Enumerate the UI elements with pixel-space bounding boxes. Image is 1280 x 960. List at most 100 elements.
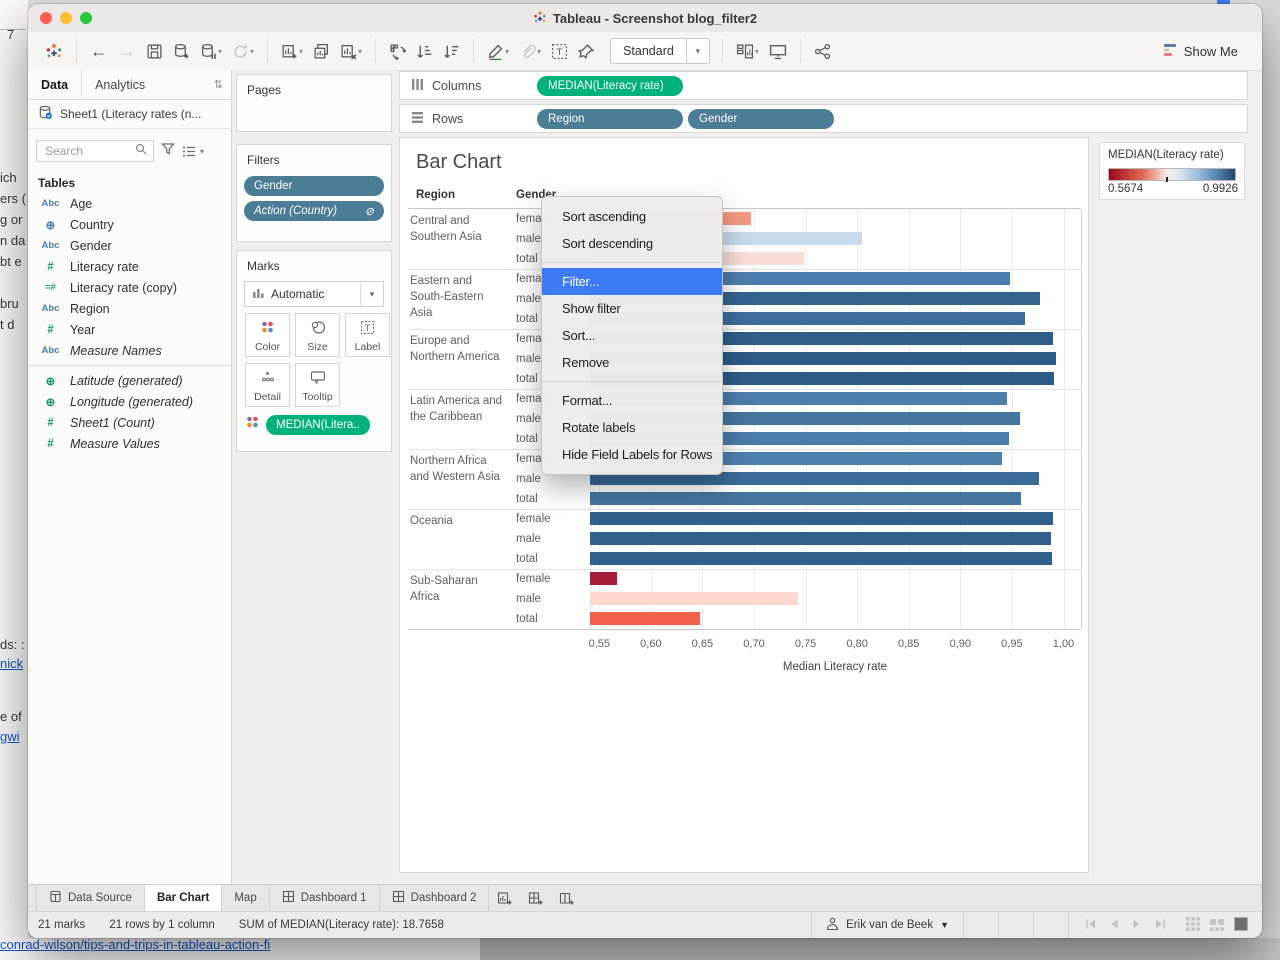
x-axis-title[interactable]: Median Literacy rate <box>755 661 915 673</box>
new-worksheet-tab-button[interactable] <box>489 885 520 911</box>
bar-sub-saharan-africa-female[interactable] <box>590 572 617 585</box>
rows-pill-region[interactable]: Region <box>537 109 683 129</box>
menu-item-format[interactable]: Format... <box>542 387 722 414</box>
gender-label[interactable]: total <box>516 373 538 385</box>
bar-oceania-total[interactable] <box>590 552 1052 565</box>
field-region[interactable]: AbcRegion <box>28 298 231 319</box>
gender-label[interactable]: male <box>516 473 541 485</box>
fix-axes-button[interactable] <box>573 37 600 65</box>
clear-sheet-button[interactable]: ▾ <box>335 37 367 65</box>
size-button[interactable]: Size <box>295 313 340 357</box>
background-link-fragment[interactable]: nick <box>0 656 23 671</box>
sheet-tab-bar-chart[interactable]: Bar Chart <box>145 885 222 911</box>
minimize-window-button[interactable] <box>60 12 72 24</box>
first-icon[interactable] <box>1085 918 1097 933</box>
single-view-icon[interactable] <box>1234 917 1248 934</box>
highlight-button[interactable]: ▾ <box>482 37 514 65</box>
columns-pill-median-literacy-rate[interactable]: MEDIAN(Literacy rate) <box>537 76 683 96</box>
search-box[interactable] <box>36 140 154 162</box>
show-hide-cards-button[interactable]: ▾ <box>731 37 764 65</box>
filmstrip-view-icon[interactable] <box>1210 917 1224 934</box>
sheet-tab-dashboard-1[interactable]: Dashboard 1 <box>270 885 380 911</box>
region-label-oceania[interactable]: Oceania <box>410 513 508 529</box>
run-update-button[interactable]: ▾ <box>227 37 259 65</box>
save-button[interactable] <box>141 37 168 65</box>
maximize-window-button[interactable] <box>80 12 92 24</box>
field-literacy-rate-copy[interactable]: =#Literacy rate (copy) <box>28 277 231 298</box>
label-button[interactable]: T Label <box>345 313 390 357</box>
tab-data[interactable]: Data <box>28 70 81 99</box>
sheet-tab-map[interactable]: Map <box>222 885 269 911</box>
menu-item-sort-descending[interactable]: Sort descending <box>542 230 722 257</box>
menu-item-sort[interactable]: Sort... <box>542 322 722 349</box>
swap-rows-columns-button[interactable] <box>384 37 411 65</box>
close-window-button[interactable] <box>40 12 52 24</box>
field-sheet1-count[interactable]: #Sheet1 (Count) <box>28 412 231 433</box>
field-age[interactable]: AbcAge <box>28 193 231 214</box>
gender-label[interactable]: total <box>516 433 538 445</box>
field-gender[interactable]: AbcGender <box>28 235 231 256</box>
fit-selector[interactable]: Standard ▾ <box>610 38 710 64</box>
menu-item-remove[interactable]: Remove <box>542 349 722 376</box>
gender-label[interactable]: total <box>516 493 538 505</box>
bar-oceania-female[interactable] <box>590 512 1053 525</box>
new-worksheet-button[interactable]: ▾ <box>276 37 308 65</box>
tab-analytics[interactable]: Analytics <box>81 70 158 99</box>
gender-label[interactable]: male <box>516 413 541 425</box>
region-label-eastern-and-south-eastern-asia[interactable]: Eastern and South-Eastern Asia <box>410 273 508 321</box>
gender-label[interactable]: total <box>516 613 538 625</box>
gender-label[interactable]: male <box>516 293 541 305</box>
sheet-tab-data-source[interactable]: Data Source <box>36 885 145 911</box>
encoding-pill-median-literacy[interactable]: MEDIAN(Litera.. <box>266 415 370 435</box>
background-link-fragment[interactable]: gwi <box>0 729 20 744</box>
region-label-latin-america-and-the-caribbean[interactable]: Latin America and the Caribbean <box>410 393 508 425</box>
field-country[interactable]: ⊕Country <box>28 214 231 235</box>
region-label-europe-and-northern-america[interactable]: Europe and Northern America <box>410 333 508 365</box>
field-latitude-generated[interactable]: ⊕Latitude (generated) <box>28 370 231 391</box>
columns-shelf[interactable]: Columns MEDIAN(Literacy rate) <box>399 71 1248 100</box>
color-legend-card[interactable]: MEDIAN(Literacy rate) 0.5674 0.9926 <box>1099 142 1245 200</box>
field-literacy-rate[interactable]: #Literacy rate <box>28 256 231 277</box>
add-data-source-button[interactable] <box>168 37 195 65</box>
gender-label[interactable]: total <box>516 253 538 265</box>
row-field-header-region[interactable]: Region <box>416 189 455 201</box>
pane-swap-icon[interactable]: ⇅ <box>214 78 231 91</box>
last-icon[interactable] <box>1154 918 1166 933</box>
pause-auto-updates-button[interactable]: ▾ <box>195 37 227 65</box>
tooltip-button[interactable]: Tooltip <box>295 363 340 407</box>
view-options-icon[interactable]: ▾ <box>182 145 204 158</box>
field-measure-names[interactable]: AbcMeasure Names <box>28 340 231 361</box>
legend-gradient[interactable] <box>1108 168 1236 181</box>
redo-button[interactable]: → <box>113 37 141 65</box>
menu-item-filter[interactable]: Filter... <box>542 268 722 295</box>
field-measure-values[interactable]: #Measure Values <box>28 433 231 454</box>
previous-icon[interactable] <box>1108 918 1120 933</box>
background-link-fragment[interactable]: conrad-wilson/tips-and-trips-in-tableau-… <box>0 937 270 952</box>
gender-label[interactable]: female <box>516 573 551 585</box>
detail-button[interactable]: Detail <box>245 363 290 407</box>
group-members-button[interactable]: ▾ <box>514 37 546 65</box>
rows-pill-gender[interactable]: Gender <box>688 109 834 129</box>
grid-view-icon[interactable] <box>1186 917 1200 934</box>
filter-pill-gender[interactable]: Gender <box>244 176 384 196</box>
menu-item-hide-field-labels-for-rows[interactable]: Hide Field Labels for Rows <box>542 441 722 468</box>
region-label-northern-africa-and-western-asia[interactable]: Northern Africa and Western Asia <box>410 453 508 485</box>
user-menu[interactable]: Erik van de Beek ▼ <box>811 912 963 938</box>
duplicate-sheet-button[interactable] <box>308 37 335 65</box>
gender-label[interactable]: total <box>516 313 538 325</box>
rows-shelf[interactable]: Rows RegionGender <box>399 104 1248 133</box>
presentation-mode-button[interactable] <box>764 37 792 65</box>
region-label-sub-saharan-africa[interactable]: Sub-Saharan Africa <box>410 573 508 605</box>
gender-label[interactable]: total <box>516 553 538 565</box>
menu-item-rotate-labels[interactable]: Rotate labels <box>542 414 722 441</box>
search-input[interactable] <box>43 143 135 159</box>
filter-pill-action-country[interactable]: Action (Country)⊘ <box>244 201 384 221</box>
share-workbook-button[interactable] <box>809 37 836 65</box>
menu-item-show-filter[interactable]: Show filter <box>542 295 722 322</box>
gender-label[interactable]: male <box>516 353 541 365</box>
show-mark-labels-button[interactable]: T <box>546 37 573 65</box>
region-label-central-and-southern-asia[interactable]: Central and Southern Asia <box>410 213 508 245</box>
new-story-tab-button[interactable] <box>551 885 582 911</box>
sort-ascending-button[interactable] <box>411 37 438 65</box>
bar-sub-saharan-africa-male[interactable] <box>590 592 798 605</box>
